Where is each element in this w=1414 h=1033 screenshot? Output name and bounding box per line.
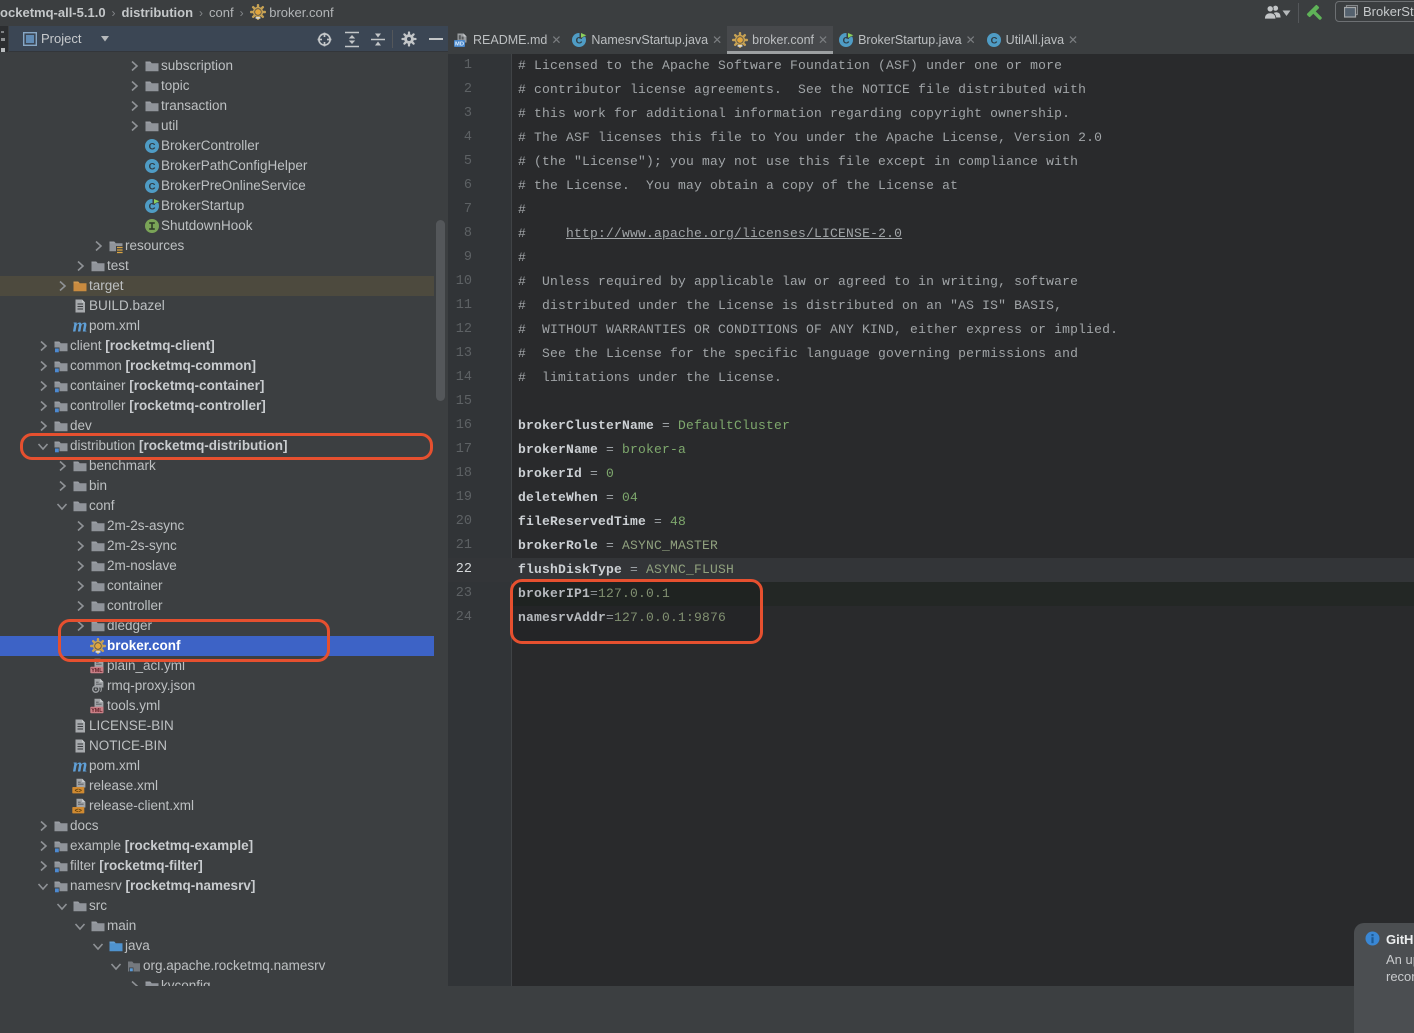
svg-text:C: C — [990, 35, 997, 46]
svg-text:YML: YML — [91, 708, 103, 714]
svg-text:C: C — [149, 181, 156, 192]
svg-text:<>: <> — [75, 788, 83, 795]
svg-text:C: C — [149, 161, 156, 172]
svg-text:MD: MD — [455, 42, 464, 48]
svg-text:m: m — [73, 318, 88, 334]
svg-text:m: m — [73, 758, 88, 774]
svg-text:C: C — [149, 141, 156, 152]
svg-text:<>: <> — [75, 808, 83, 815]
svg-text:YML: YML — [91, 668, 103, 674]
